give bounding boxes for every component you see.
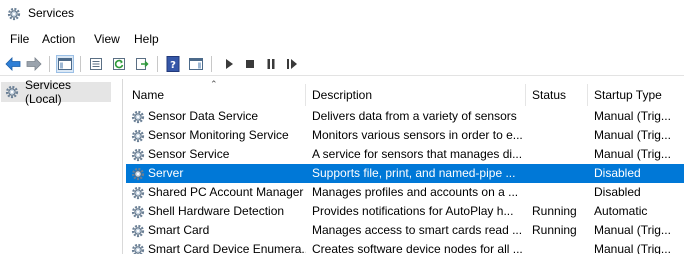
service-startup-type: Manual (Trig...	[594, 147, 671, 161]
service-name: Sensor Data Service	[148, 109, 259, 123]
service-startup-type: Manual (Trig...	[594, 242, 671, 254]
resume-service-icon[interactable]	[283, 55, 301, 73]
console-tree: Services (Local)	[0, 78, 123, 254]
column-header-description[interactable]: Description	[306, 84, 526, 106]
service-row[interactable]: Sensor Service A service for sensors that…	[126, 145, 684, 164]
column-header-name[interactable]: Name	[126, 84, 306, 106]
back-arrow-icon[interactable]	[4, 55, 22, 73]
service-status	[532, 183, 586, 202]
service-startup-type: Disabled	[594, 166, 641, 180]
service-gear-icon	[131, 205, 145, 219]
column-header-status[interactable]: Status	[526, 84, 588, 106]
refresh-icon[interactable]	[110, 55, 128, 73]
service-status: Running	[532, 223, 577, 237]
toolbar: ?	[0, 52, 684, 76]
help-icon[interactable]: ?	[164, 55, 182, 73]
services-gear-icon	[7, 7, 21, 21]
service-row[interactable]: Shell Hardware Detection Provides notific…	[126, 202, 684, 221]
service-name: Sensor Monitoring Service	[148, 128, 289, 142]
services-gear-icon	[5, 85, 19, 99]
service-gear-icon	[131, 148, 145, 162]
service-description: Monitors various sensors in order to e..…	[312, 128, 523, 142]
service-gear-icon	[131, 243, 145, 254]
service-startup-type: Manual (Trig...	[594, 109, 671, 123]
window-title: Services	[28, 6, 75, 20]
service-status	[532, 126, 586, 145]
service-name: Shared PC Account Manager	[148, 185, 304, 199]
service-gear-icon	[131, 167, 145, 181]
service-row[interactable]: Sensor Monitoring Service Monitors variou…	[126, 126, 684, 145]
service-status	[532, 107, 586, 126]
show-hide-action-pane-icon[interactable]	[187, 55, 205, 73]
tree-item-services-local[interactable]: Services (Local)	[1, 78, 111, 106]
service-gear-icon	[131, 110, 145, 124]
menu-bar: File Action View Help	[0, 29, 684, 51]
service-row[interactable]: Smart Card Device Enumera... Creates soft…	[126, 240, 684, 254]
service-status	[532, 240, 586, 254]
service-gear-icon	[131, 129, 145, 143]
menu-view[interactable]: View	[92, 32, 122, 46]
service-startup-type: Manual (Trig...	[594, 223, 671, 237]
start-service-icon[interactable]	[220, 55, 238, 73]
show-hide-console-tree-icon[interactable]	[56, 55, 74, 73]
service-row[interactable]: Server Supports file, print, and named-pi…	[126, 164, 684, 183]
services-list: ⌃ Name Description Status Startup Type S…	[126, 79, 684, 254]
service-description: Supports file, print, and named-pipe ...	[312, 166, 516, 180]
service-gear-icon	[131, 186, 145, 200]
service-name: Sensor Service	[148, 147, 230, 161]
service-name: Shell Hardware Detection	[148, 204, 285, 218]
menu-help[interactable]: Help	[132, 32, 161, 46]
service-row[interactable]: Smart Card Manages access to smart cards …	[126, 221, 684, 240]
title-bar: Services	[0, 0, 684, 28]
list-header: Name Description Status Startup Type	[126, 84, 684, 106]
column-header-startup-type[interactable]: Startup Type	[588, 84, 684, 106]
service-row[interactable]: Shared PC Account Manager Manages profile…	[126, 183, 684, 202]
tree-item-label: Services (Local)	[25, 78, 72, 106]
service-description: Creates software device nodes for all ..…	[312, 242, 523, 254]
service-status	[532, 164, 586, 183]
forward-arrow-icon[interactable]	[25, 55, 43, 73]
service-name: Smart Card	[148, 223, 210, 237]
menu-action[interactable]: Action	[40, 32, 77, 46]
service-description: Manages access to smart cards read ...	[312, 223, 523, 237]
service-description: Provides notifications for AutoPlay h...	[312, 204, 514, 218]
service-startup-type: Manual (Trig...	[594, 128, 671, 142]
service-description: Delivers data from a variety of sensors	[312, 109, 517, 123]
service-status	[532, 145, 586, 164]
service-row[interactable]: Sensor Data Service Delivers data from a …	[126, 107, 684, 126]
menu-file[interactable]: File	[8, 32, 31, 46]
properties-icon[interactable]	[87, 55, 105, 73]
stop-service-icon[interactable]	[241, 55, 259, 73]
service-gear-icon	[131, 224, 145, 238]
service-name: Server	[148, 166, 184, 180]
svg-text:?: ?	[170, 60, 176, 71]
service-description: A service for sensors that manages di...	[312, 147, 523, 161]
pause-service-icon[interactable]	[262, 55, 280, 73]
service-name: Smart Card Device Enumera...	[148, 242, 306, 254]
service-startup-type: Automatic	[594, 204, 648, 218]
service-description: Manages profiles and accounts on a ...	[312, 185, 519, 199]
export-list-icon[interactable]	[133, 55, 151, 73]
service-status: Running	[532, 204, 577, 218]
service-startup-type: Disabled	[594, 185, 641, 199]
